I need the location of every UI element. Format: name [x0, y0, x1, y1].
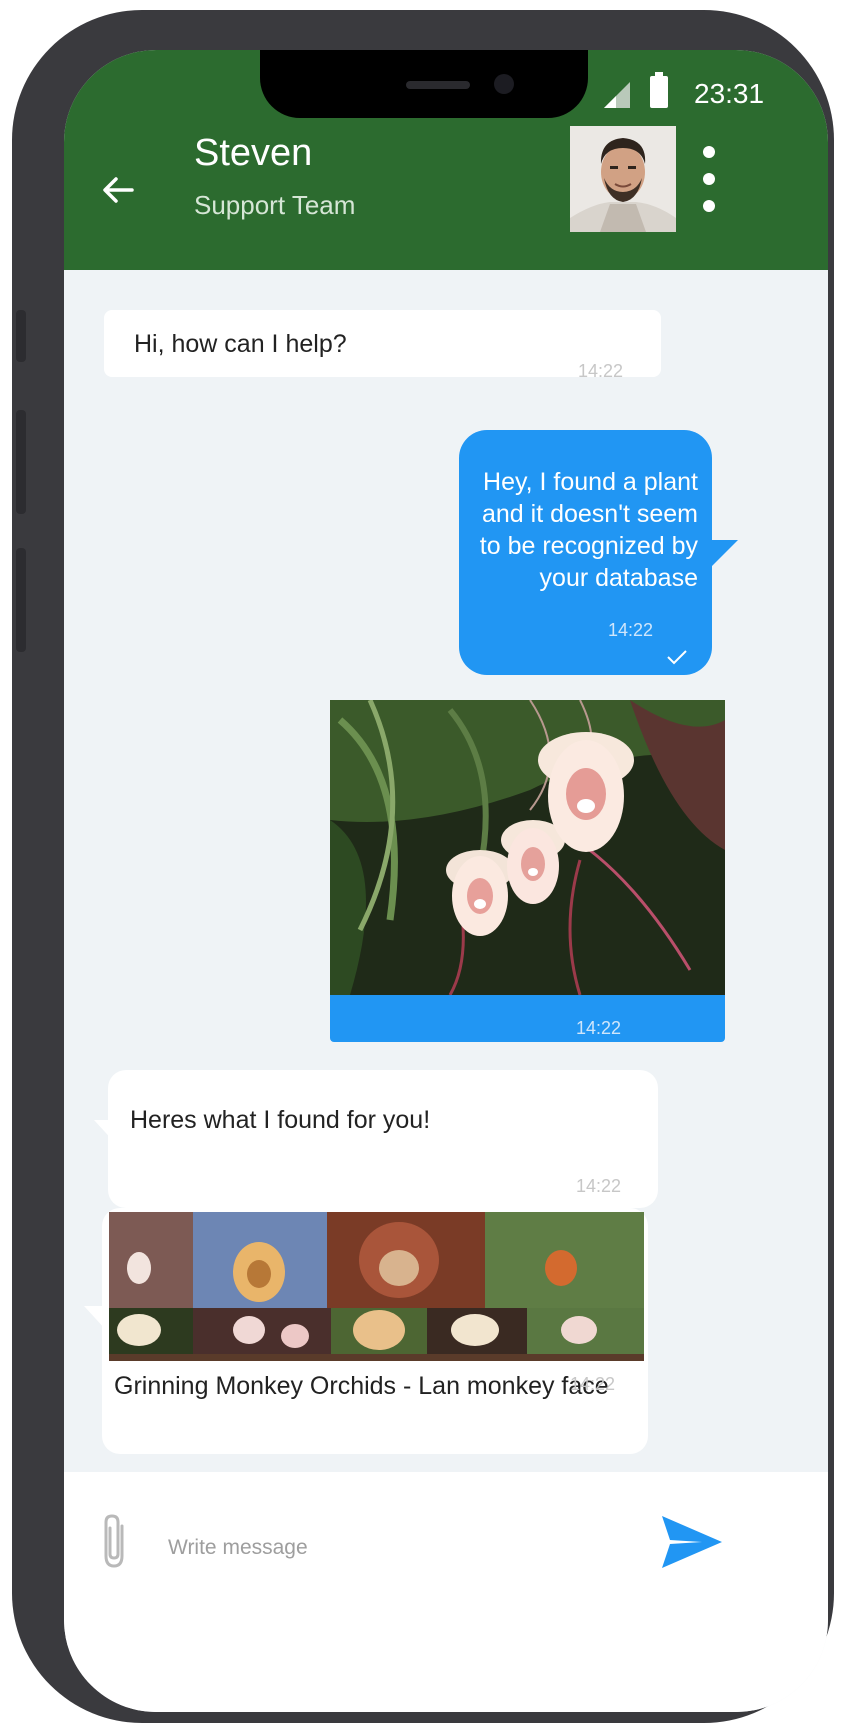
contact-subtitle: Support Team [194, 190, 356, 220]
orchid-photo [330, 700, 725, 995]
send-icon[interactable] [660, 1514, 724, 1570]
phone-screen: 23:31 Steven Support Team Hi, how can I … [64, 50, 828, 1712]
message-input[interactable]: Write message [168, 1536, 308, 1560]
phone-frame: 23:31 Steven Support Team Hi, how can I … [12, 10, 834, 1723]
status-time: 23:31 [694, 78, 765, 109]
message-text: Hey, I found a plant and it doesn't seem… [479, 468, 698, 592]
volume-down-button [16, 548, 26, 652]
mute-switch [16, 310, 26, 362]
checkmark-icon [667, 650, 687, 665]
message-link-preview[interactable]: Grinning Monkey Orchids - Lan monkey fac… [102, 1208, 648, 1454]
more-vertical-icon[interactable] [694, 146, 724, 224]
battery-icon [650, 72, 668, 108]
message-time: 14:22 [576, 1018, 622, 1038]
arrow-left-icon[interactable] [98, 170, 138, 210]
message-outgoing: Hey, I found a plant and it doesn't seem… [459, 430, 712, 675]
orchid-collage [109, 1212, 644, 1361]
camera-notch [260, 50, 588, 118]
message-time: 14:22 [570, 1374, 616, 1394]
status-bar: 23:31 [604, 72, 824, 112]
message-outgoing-image[interactable]: 14:22 [330, 700, 725, 1042]
message-text: Heres what I found for you! [130, 1106, 431, 1134]
link-preview-title[interactable]: Grinning Monkey Orchids - Lan monkey fac… [114, 1372, 609, 1401]
paperclip-icon[interactable] [94, 1512, 134, 1572]
message-text: Hi, how can I help? [134, 330, 347, 358]
message-time: 14:22 [608, 620, 654, 640]
message-incoming: Hi, how can I help? 14:22 [104, 310, 661, 381]
contact-name: Steven [194, 132, 313, 174]
message-time: 14:22 [578, 361, 624, 381]
message-composer: Write message [64, 1472, 828, 1712]
message-time: 14:22 [576, 1176, 622, 1196]
bubble-tail [708, 540, 738, 570]
avatar[interactable] [570, 126, 676, 232]
message-incoming: Heres what I found for you! 14:22 [108, 1070, 658, 1208]
volume-up-button [16, 410, 26, 514]
